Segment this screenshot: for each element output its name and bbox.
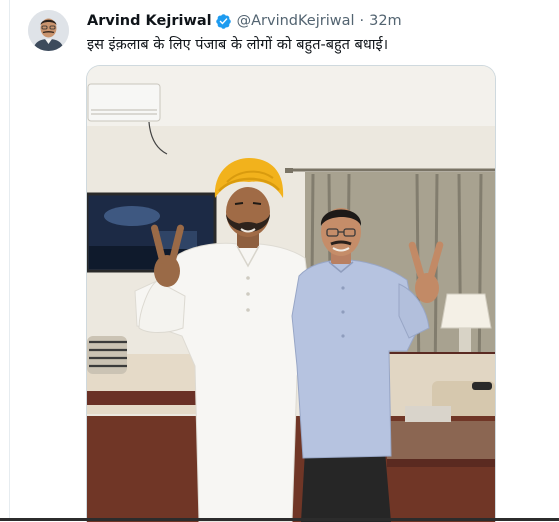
separator-dot: · [359, 13, 365, 29]
display-name[interactable]: Arvind Kejriwal [87, 13, 212, 29]
avatar[interactable] [28, 10, 69, 51]
tweet-photo[interactable] [86, 65, 496, 522]
tweet-text: इस इंक़लाब के लिए पंजाब के लोगों को बहुत… [87, 37, 389, 53]
avatar-image [28, 10, 69, 51]
tweet-timestamp[interactable]: 32m [369, 13, 402, 29]
tweet-header: Arvind Kejriwal @ArvindKejriwal · 32m [87, 11, 402, 31]
verified-badge-icon [215, 13, 232, 30]
user-handle[interactable]: @ArvindKejriwal [237, 13, 355, 29]
photo-illustration [87, 66, 495, 522]
timeline-border [9, 0, 10, 521]
